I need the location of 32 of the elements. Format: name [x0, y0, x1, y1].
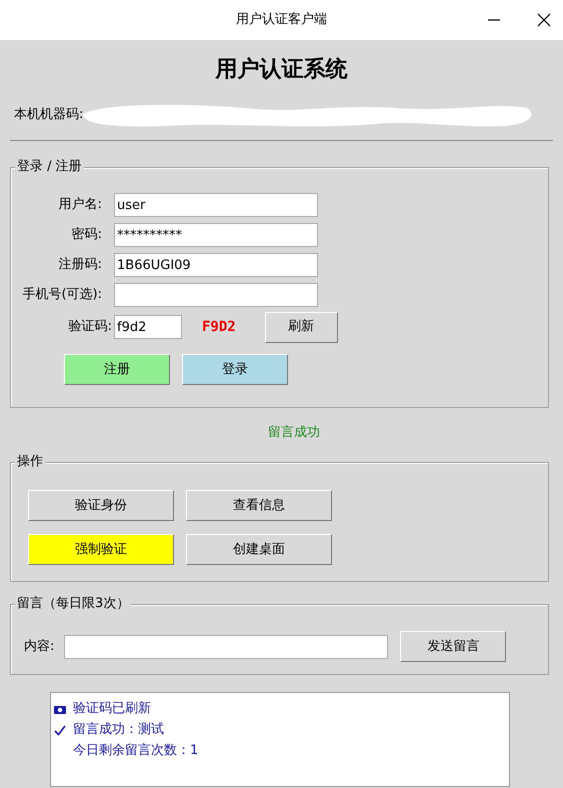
- group-title: 留言（每日限3次）: [15, 596, 132, 612]
- text-field[interactable]: user: [114, 193, 318, 217]
- field-label: 验证码:: [68, 318, 113, 336]
- check-icon: [53, 722, 67, 736]
- action-button[interactable]: 查看信息: [186, 490, 332, 521]
- text-field[interactable]: [114, 283, 318, 307]
- log-line: 今日剩余留言次数：1: [73, 742, 198, 760]
- field-label: 内容:: [24, 638, 54, 656]
- field-label: 用户名:: [58, 196, 103, 214]
- field-label: 手机号(可选):: [21, 286, 103, 304]
- send-button[interactable]: 发送留言: [400, 631, 506, 662]
- message-field[interactable]: [64, 634, 388, 658]
- action-button[interactable]: 验证身份: [28, 490, 174, 521]
- action-button[interactable]: 注册: [64, 354, 170, 385]
- action-button[interactable]: 强制验证: [28, 534, 174, 565]
- group-title: 登录 / 注册: [15, 159, 84, 175]
- machine-code-label: 本机机器码:: [14, 106, 84, 124]
- action-button[interactable]: 创建桌面: [186, 534, 332, 565]
- log-line: 留言成功：测试: [73, 721, 164, 739]
- field-label: 密码:: [70, 226, 103, 244]
- captcha-field[interactable]: f9d2: [114, 315, 182, 339]
- app-heading: 用户认证系统: [214, 56, 348, 84]
- action-button[interactable]: 登录: [182, 354, 288, 385]
- text-field[interactable]: **********: [114, 223, 318, 247]
- field-label: 注册码:: [58, 256, 103, 274]
- window-title: 用户认证客户端: [236, 11, 327, 30]
- log-line: 验证码已刷新: [73, 700, 151, 718]
- status-message: 留言成功: [267, 424, 321, 442]
- captcha-code: F9D2: [202, 318, 236, 336]
- text-field[interactable]: 1B66UGI09: [114, 253, 318, 277]
- refresh-button[interactable]: 刷新: [264, 312, 338, 342]
- group-title: 操作: [15, 454, 45, 470]
